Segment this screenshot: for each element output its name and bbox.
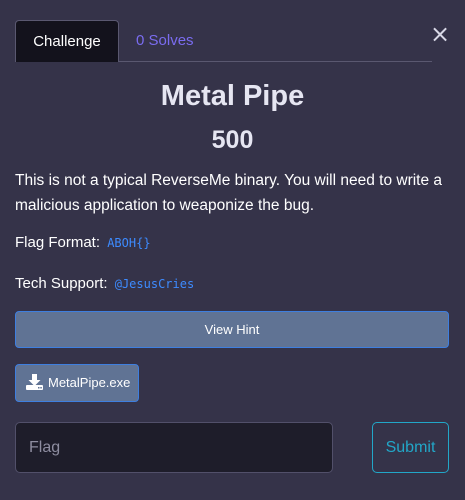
challenge-value: 500 <box>211 126 254 154</box>
challenge-name: Metal Pipe <box>160 80 305 112</box>
flag-format-line: Flag Format: ABOH{} <box>15 234 151 251</box>
tab-challenge[interactable]: Challenge <box>15 20 119 62</box>
tech-support-label: Tech Support: <box>15 275 108 292</box>
challenge-description: This is not a typical ReverseMe binary. … <box>15 172 443 214</box>
view-hint-button[interactable]: View Hint <box>15 311 449 348</box>
tech-support-value: @JesusCries <box>114 277 195 291</box>
tech-support-line: Tech Support: @JesusCries <box>15 275 194 292</box>
download-icon <box>26 374 43 390</box>
flag-input[interactable] <box>15 422 333 473</box>
submit-button[interactable]: Submit <box>372 422 449 473</box>
close-icon[interactable]: × <box>430 22 450 46</box>
tab-solves[interactable]: 0 Solves <box>136 20 194 61</box>
challenge-modal: × Challenge 0 Solves Metal Pipe 500 This… <box>0 0 465 500</box>
flag-format-label: Flag Format: <box>15 234 101 251</box>
challenge-tabs: Challenge 0 Solves <box>15 20 432 62</box>
download-file-button[interactable]: MetalPipe.exe <box>15 364 139 402</box>
flag-format-value: ABOH{} <box>107 236 151 250</box>
download-file-label: MetalPipe.exe <box>48 375 131 390</box>
